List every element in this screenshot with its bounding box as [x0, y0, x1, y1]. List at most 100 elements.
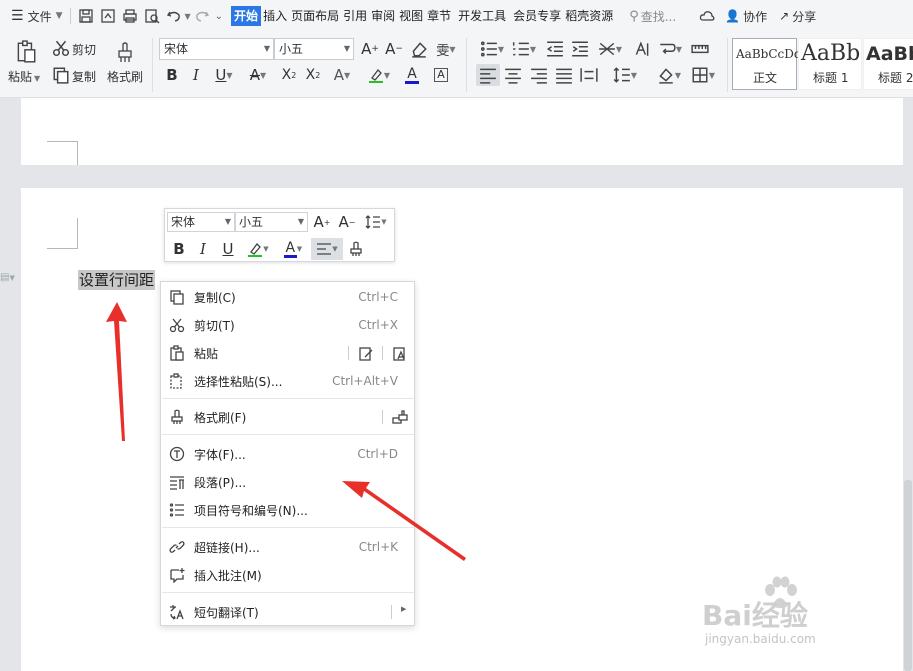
- menu-item-label: 短句翻译(T): [194, 605, 259, 620]
- mini-font-size-combo[interactable]: 小五 ▼: [235, 212, 308, 232]
- mini-grow-font-icon[interactable]: A +: [311, 212, 333, 232]
- file-menu[interactable]: ☰ 文件 ▼: [8, 5, 66, 27]
- bold-button[interactable]: B: [162, 65, 182, 85]
- font-color-button[interactable]: A: [398, 64, 426, 86]
- ruler-icon[interactable]: [690, 39, 710, 59]
- paste-text-only-icon[interactable]: [392, 345, 408, 361]
- grow-font-icon[interactable]: A +: [360, 39, 380, 59]
- menu-item-copy[interactable]: 复制(C) Ctrl+C: [161, 283, 414, 311]
- menu-item-bullets-numbering[interactable]: 项目符号和编号(N)...: [161, 496, 414, 524]
- menu-item-paste[interactable]: 粘贴: [161, 339, 414, 367]
- highlight-button[interactable]: ▼: [364, 64, 394, 86]
- share-icon: ↗: [779, 9, 790, 23]
- menu-item-format-painter[interactable]: 格式刷(F): [161, 403, 414, 431]
- font-name-combo[interactable]: 宋体 ▼: [159, 38, 274, 60]
- shrink-font-icon[interactable]: A −: [384, 39, 404, 59]
- subscript-button[interactable]: X2: [302, 65, 324, 85]
- menu-item-paste-special[interactable]: 选择性粘贴(S)... Ctrl+Alt+V: [161, 367, 414, 395]
- mini-line-spacing-icon[interactable]: ▼: [361, 212, 391, 232]
- mini-bold-button[interactable]: B: [168, 239, 190, 259]
- redo-icon[interactable]: [191, 5, 213, 27]
- menu-item-translate[interactable]: 短句翻译(T) ▶: [161, 598, 414, 626]
- justify-button[interactable]: [553, 65, 575, 85]
- tab-home[interactable]: 开始: [231, 6, 262, 26]
- format-painter-icon[interactable]: [113, 39, 137, 65]
- mini-font-name-combo[interactable]: 宋体 ▼: [167, 212, 235, 232]
- tab-developer[interactable]: 开发工具: [456, 6, 508, 26]
- tab-page-layout[interactable]: 页面布局: [289, 6, 341, 26]
- menu-item-font[interactable]: 字体(F)... Ctrl+D: [161, 440, 414, 468]
- mini-align-button[interactable]: ▼: [311, 238, 343, 260]
- align-left-button[interactable]: [476, 64, 500, 86]
- save-icon[interactable]: [75, 5, 97, 27]
- export-pdf-icon[interactable]: [97, 5, 119, 27]
- more-chevron-icon[interactable]: ⌄: [215, 11, 223, 22]
- bullet-list-icon[interactable]: ▼: [478, 39, 506, 59]
- paragraph-handle-icon[interactable]: ▤▼: [0, 272, 15, 283]
- tab-chapter[interactable]: 章节: [425, 6, 453, 26]
- line-spacing-button[interactable]: ▼: [610, 65, 640, 85]
- share-button[interactable]: ↗ 分享: [776, 5, 819, 27]
- increase-indent-icon[interactable]: [570, 39, 590, 59]
- tab-review[interactable]: 审阅: [369, 6, 397, 26]
- menu-item-hyperlink[interactable]: 超链接(H)... Ctrl+K: [161, 533, 414, 561]
- menu-item-paragraph[interactable]: 段落(P)...: [161, 468, 414, 496]
- paste-button[interactable]: 粘贴 ▼: [8, 68, 40, 85]
- tab-references[interactable]: 引用: [341, 6, 369, 26]
- decrease-indent-icon[interactable]: [545, 39, 565, 59]
- tab-member[interactable]: 会员专享: [511, 6, 563, 26]
- format-painter-button[interactable]: 格式刷: [107, 68, 143, 85]
- chevron-down-icon: ▼: [34, 74, 41, 83]
- mini-font-color-button[interactable]: A ▼: [278, 239, 308, 259]
- chinese-layout-icon[interactable]: ▼: [596, 39, 624, 59]
- copy-icon[interactable]: [52, 66, 70, 84]
- user-add-icon: 👤: [725, 9, 741, 23]
- text-direction-icon[interactable]: [632, 39, 652, 59]
- cut-icon[interactable]: [52, 39, 70, 57]
- numbered-list-icon[interactable]: ▼: [510, 39, 538, 59]
- strikethrough-button[interactable]: A ▼: [244, 65, 272, 85]
- align-right-button[interactable]: [528, 65, 550, 85]
- border-button[interactable]: ▼: [688, 65, 718, 85]
- italic-button[interactable]: I: [186, 65, 206, 85]
- paste-keep-format-icon[interactable]: [358, 345, 374, 361]
- scrollbar-thumb[interactable]: [904, 480, 912, 671]
- style-normal[interactable]: AaBbCcDd 正文: [732, 38, 802, 90]
- underline-button[interactable]: U ▼: [210, 65, 238, 85]
- mini-font-size-value: 小五: [239, 215, 264, 229]
- distribute-button[interactable]: [578, 65, 600, 85]
- line-break-icon[interactable]: ▼: [656, 39, 684, 59]
- style-heading-2[interactable]: AaBb 标题 2: [863, 38, 913, 90]
- copy-button[interactable]: 复制: [72, 68, 96, 85]
- selected-text[interactable]: 设置行间距: [78, 270, 156, 290]
- mini-toolbar: 宋体 ▼ 小五 ▼ A + A − ▼ B I U ▼ A ▼ ▼: [164, 208, 395, 262]
- tab-docer[interactable]: 稻壳资源: [563, 6, 615, 26]
- mini-shrink-font-icon[interactable]: A −: [336, 212, 358, 232]
- mini-underline-button[interactable]: U: [217, 239, 239, 259]
- paste-icon[interactable]: [13, 38, 39, 66]
- menu-item-insert-comment[interactable]: 插入批注(M): [161, 561, 414, 589]
- menu-item-cut[interactable]: 剪切(T) Ctrl+X: [161, 311, 414, 339]
- pinyin-icon[interactable]: 雯 ▼: [433, 39, 459, 59]
- cut-button[interactable]: 剪切: [72, 41, 96, 58]
- text-effect-button[interactable]: A ▼: [328, 65, 356, 85]
- tab-insert[interactable]: 插入: [261, 6, 289, 26]
- char-border-icon[interactable]: A: [431, 65, 451, 85]
- search-box[interactable]: ⚲ 查找...: [629, 8, 676, 25]
- undo-icon[interactable]: [163, 5, 185, 27]
- mini-italic-button[interactable]: I: [192, 239, 214, 259]
- cloud-sync-icon[interactable]: [696, 5, 718, 27]
- print-icon[interactable]: [119, 5, 141, 27]
- format-painter-multi-icon[interactable]: [392, 409, 408, 425]
- superscript-button[interactable]: X2: [278, 65, 300, 85]
- style-heading-1[interactable]: AaBb 标题 1: [798, 38, 862, 90]
- tab-view[interactable]: 视图: [397, 6, 425, 26]
- clear-format-icon[interactable]: [409, 39, 429, 59]
- mini-highlight-button[interactable]: ▼: [243, 239, 273, 259]
- print-preview-icon[interactable]: [141, 5, 163, 27]
- align-center-button[interactable]: [502, 65, 524, 85]
- collab-button[interactable]: 👤 协作: [722, 5, 770, 27]
- shading-button[interactable]: ▼: [654, 65, 684, 85]
- mini-format-painter-icon[interactable]: [345, 239, 367, 259]
- font-size-combo[interactable]: 小五 ▼: [274, 38, 354, 60]
